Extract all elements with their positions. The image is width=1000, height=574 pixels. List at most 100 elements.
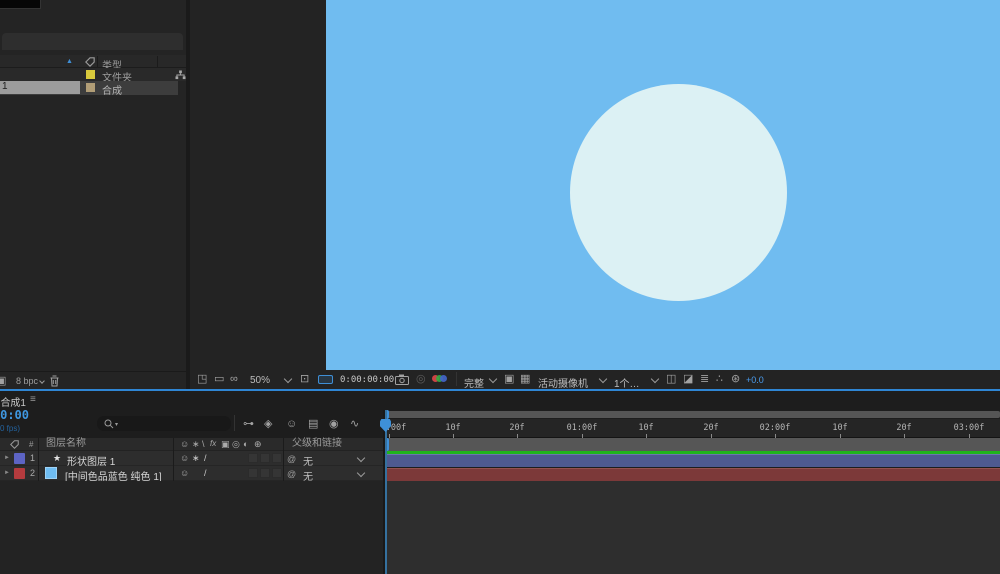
switch-cell[interactable] <box>248 468 258 478</box>
grid-guides-icon[interactable]: ⊡ <box>300 374 309 385</box>
parent-pickwhip-icon[interactable]: @ <box>287 469 296 479</box>
quality-toggle-icon[interactable]: / <box>204 454 207 463</box>
flowchart-button-icon[interactable]: ∴ <box>716 374 723 385</box>
timeline-tab-label: 合成1 <box>0 394 26 407</box>
region-of-interest-icon[interactable]: ▣ <box>504 374 514 385</box>
mask-visibility-toggle-icon[interactable] <box>318 375 333 384</box>
fast-previews-icon[interactable]: ◪ <box>683 374 693 385</box>
stereo-glasses-icon[interactable]: ∞ <box>230 374 238 385</box>
camera-view-chevron-icon[interactable] <box>599 375 607 383</box>
shy-toggle-icon[interactable]: ☺ <box>180 454 189 463</box>
work-area-bar[interactable] <box>385 438 1000 451</box>
composition-name-edit-field[interactable]: 1 <box>0 81 80 94</box>
collapse-column-icon[interactable]: ∗ <box>192 440 200 449</box>
layer-row-solid[interactable]: ► 2 [中间色品蓝色 纯色 1] ☺ / @ 无 <box>0 466 383 481</box>
shape-circle <box>570 84 787 301</box>
parent-link-column[interactable]: 父级和链接 <box>292 439 342 449</box>
project-search-bar[interactable] <box>2 33 183 50</box>
view-layout-dropdown[interactable]: 1个… <box>614 375 640 390</box>
pixel-aspect-correction-icon[interactable]: ◫ <box>666 374 676 385</box>
shy-column-icon[interactable]: ☺ <box>180 440 189 449</box>
layer-label-swatch[interactable] <box>14 453 25 464</box>
current-timecode-value: 0:00:00:00 <box>0 408 29 422</box>
label-tag-icon[interactable] <box>10 440 19 449</box>
layer-row-shape[interactable]: ► 1 ★ 形状图层 1 ☺ ∗ / @ 无 <box>0 451 383 466</box>
motion-blur-column-icon[interactable]: ◎ <box>232 440 240 449</box>
main-view-monitor-icon[interactable]: ▭ <box>214 374 224 385</box>
draft-3d-icon[interactable]: ◈ <box>264 419 272 430</box>
ruler-label: 20f <box>703 423 718 433</box>
project-row-composition[interactable]: 1 合成 <box>0 81 178 95</box>
graph-editor-icon[interactable]: ∿ <box>350 419 359 430</box>
layer-bar-solid[interactable] <box>387 468 1000 481</box>
viewer-timecode[interactable]: 0:00:00:00 <box>340 375 394 385</box>
ruler-label: 10f <box>638 423 653 433</box>
view-layout-chevron-icon[interactable] <box>651 375 659 383</box>
magnification-chevron-icon[interactable] <box>284 375 292 383</box>
time-navigator-bar[interactable] <box>387 411 1000 418</box>
resolution-dropdown[interactable]: 完整 <box>464 375 484 390</box>
search-icon <box>104 419 114 429</box>
folder-label-swatch[interactable] <box>86 70 95 79</box>
mini-flowchart-icon[interactable]: ⊶ <box>243 419 254 430</box>
layer-bar-shape[interactable] <box>387 454 1000 467</box>
bit-depth-chevron-icon[interactable] <box>39 378 45 384</box>
time-ruler[interactable]: :00f 10f 20f 01:00f 10f 20f 02:00f 10f 2… <box>383 419 1000 438</box>
layer-search-box[interactable]: ▾ <box>97 416 231 431</box>
ruler-label: 20f <box>509 423 524 433</box>
composition-canvas[interactable] <box>326 0 1000 370</box>
layer-name-column[interactable]: 图层名称 <box>46 439 86 449</box>
hide-shy-layers-icon[interactable]: ☺ <box>286 419 297 430</box>
layer-number: 1 <box>30 453 35 463</box>
switch-cell[interactable] <box>272 453 282 463</box>
timeline-button-icon[interactable]: ≣ <box>700 374 709 385</box>
switch-cell[interactable] <box>260 468 270 478</box>
timeline-tab[interactable]: 合成1 <box>0 391 30 407</box>
project-column-header[interactable]: ▲ 类型 <box>0 55 186 68</box>
parent-chevron-icon[interactable] <box>357 454 365 462</box>
collapse-toggle-icon[interactable]: ∗ <box>192 454 200 463</box>
composition-type-label: 合成 <box>102 82 122 97</box>
current-timecode-display[interactable]: 0:00:00:00 <box>0 408 29 423</box>
switch-cell[interactable] <box>248 453 258 463</box>
reset-exposure-icon[interactable]: ⊛ <box>731 374 740 385</box>
trash-icon[interactable] <box>49 375 60 387</box>
expand-arrow-icon[interactable]: ► <box>4 470 10 476</box>
project-format-icon[interactable]: ▣ <box>0 376 6 387</box>
resolution-chevron-icon[interactable] <box>489 375 497 383</box>
quality-column-icon[interactable]: \ <box>202 440 205 449</box>
show-snapshot-icon[interactable]: ◎ <box>416 374 426 385</box>
parent-pickwhip-icon[interactable]: @ <box>287 454 296 464</box>
always-preview-icon[interactable]: ◳ <box>197 374 207 385</box>
exposure-value[interactable]: +0.0 <box>746 375 764 385</box>
frame-blend-column-icon[interactable]: ▣ <box>221 440 230 449</box>
frame-blending-icon[interactable]: ▤ <box>308 419 318 430</box>
effects-column-icon[interactable]: fx <box>210 440 216 448</box>
shy-toggle-icon[interactable]: ☺ <box>180 469 189 478</box>
label-tag-icon[interactable] <box>85 57 95 67</box>
playhead-line[interactable] <box>385 410 387 574</box>
composition-label-swatch[interactable] <box>86 83 95 92</box>
project-row-folder[interactable]: 文件夹 <box>0 68 186 81</box>
switch-cell[interactable] <box>260 453 270 463</box>
bit-depth-label[interactable]: 8 bpc <box>16 376 38 386</box>
camera-view-dropdown[interactable]: 活动摄像机 <box>538 375 588 390</box>
expand-arrow-icon[interactable]: ► <box>4 455 10 461</box>
transparency-grid-icon[interactable]: ▦ <box>520 374 530 385</box>
frame-rate-label: 0 fps) <box>0 424 20 433</box>
parent-chevron-icon[interactable] <box>357 469 365 477</box>
adjustment-column-icon[interactable]: ◐ <box>243 440 248 449</box>
quality-toggle-icon[interactable]: / <box>204 469 207 478</box>
switch-cell[interactable] <box>272 468 282 478</box>
layer-list-header: # 图层名称 ☺ ∗ \ fx ▣ ◎ ◐ ⊕ 父级和链接 <box>0 438 383 451</box>
layer-label-swatch[interactable] <box>14 468 25 479</box>
channel-settings-icon[interactable] <box>432 374 448 384</box>
snapshot-camera-icon[interactable] <box>395 374 409 385</box>
sort-ascending-icon[interactable]: ▲ <box>66 58 73 65</box>
3d-column-icon[interactable]: ⊕ <box>254 440 262 449</box>
magnification-dropdown[interactable]: 50% <box>250 375 270 386</box>
motion-blur-icon[interactable]: ◉ <box>329 419 339 430</box>
panel-menu-icon[interactable]: ≡ <box>30 394 36 405</box>
search-options-caret-icon[interactable]: ▾ <box>115 421 118 428</box>
layer-number-column[interactable]: # <box>29 440 33 449</box>
